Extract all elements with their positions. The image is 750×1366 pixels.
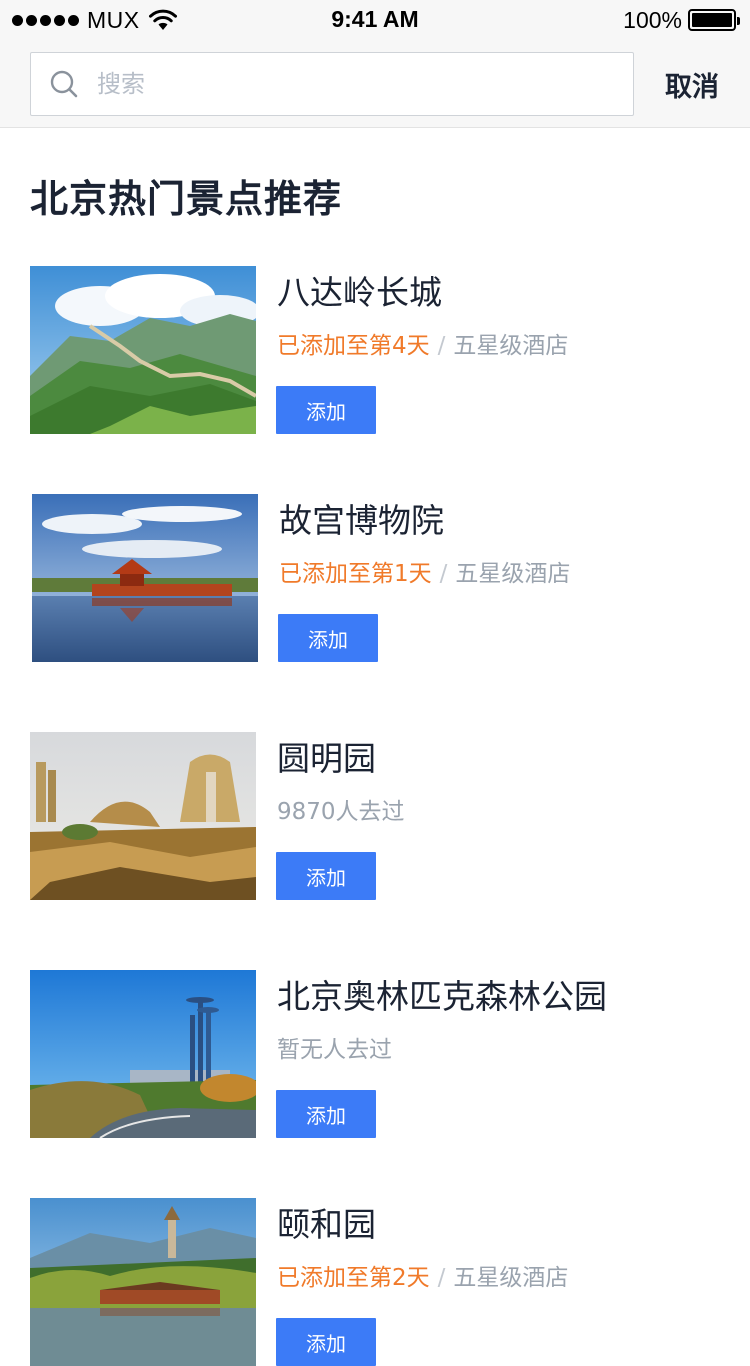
spot-meta: 已添加至第1天 / 五星级酒店	[279, 554, 570, 588]
hotel-label: 五星级酒店	[453, 1265, 569, 1291]
visitor-count: 暂无人去过	[277, 1037, 392, 1063]
spot-name: 颐和园	[277, 1205, 376, 1244]
search-header: 取消	[0, 40, 750, 128]
search-box[interactable]	[30, 52, 634, 116]
spot-thumbnail	[30, 970, 256, 1138]
meta-separator: /	[437, 1265, 446, 1291]
olympic-park-image	[30, 970, 256, 1138]
list-item[interactable]: 故宫博物院 已添加至第1天 / 五星级酒店 添加	[32, 494, 732, 662]
hotel-label: 五星级酒店	[455, 561, 571, 587]
meta-separator: /	[439, 561, 448, 587]
spot-meta: 已添加至第4天 / 五星级酒店	[277, 326, 568, 360]
list-item[interactable]: 北京奥林匹克森林公园 暂无人去过 添加	[30, 970, 730, 1138]
add-button[interactable]: 添加	[276, 852, 376, 900]
add-button[interactable]: 添加	[278, 614, 378, 662]
spot-thumbnail	[30, 266, 256, 434]
status-bar: MUX 9:41 AM 100%	[0, 0, 750, 40]
spot-thumbnail	[30, 1198, 256, 1366]
add-button[interactable]: 添加	[276, 1318, 376, 1366]
spot-name: 北京奥林匹克森林公园	[277, 977, 607, 1016]
battery-icon	[688, 9, 740, 31]
spot-thumbnail	[32, 494, 258, 662]
battery-status: 100%	[623, 6, 740, 33]
spot-name: 八达岭长城	[277, 273, 442, 312]
add-button[interactable]: 添加	[276, 1090, 376, 1138]
meta-separator: /	[437, 333, 446, 359]
search-input[interactable]	[95, 54, 633, 114]
yuanmingyuan-image	[30, 732, 256, 900]
spot-name: 故宫博物院	[279, 501, 444, 540]
summer-palace-image	[30, 1198, 256, 1366]
page-title: 北京热门景点推荐	[30, 177, 343, 221]
added-day-label: 已添加至第4天	[277, 333, 430, 359]
spot-name: 圆明园	[277, 739, 376, 778]
list-item[interactable]: 颐和园 已添加至第2天 / 五星级酒店 添加	[30, 1198, 730, 1366]
list-item[interactable]: 圆明园 9870人去过 添加	[30, 732, 730, 900]
spot-meta: 已添加至第2天 / 五星级酒店	[277, 1258, 568, 1292]
added-day-label: 已添加至第2天	[277, 1265, 430, 1291]
great-wall-image	[30, 266, 256, 434]
visitor-count: 9870人去过	[277, 799, 405, 825]
search-icon	[50, 70, 78, 98]
hotel-label: 五星级酒店	[453, 333, 569, 359]
added-day-label: 已添加至第1天	[279, 561, 432, 587]
add-button[interactable]: 添加	[276, 386, 376, 434]
list-item[interactable]: 八达岭长城 已添加至第4天 / 五星级酒店 添加	[30, 266, 730, 434]
spot-thumbnail	[30, 732, 256, 900]
cancel-button[interactable]: 取消	[646, 52, 738, 116]
forbidden-city-image	[32, 494, 258, 662]
battery-percent: 100%	[623, 6, 682, 33]
